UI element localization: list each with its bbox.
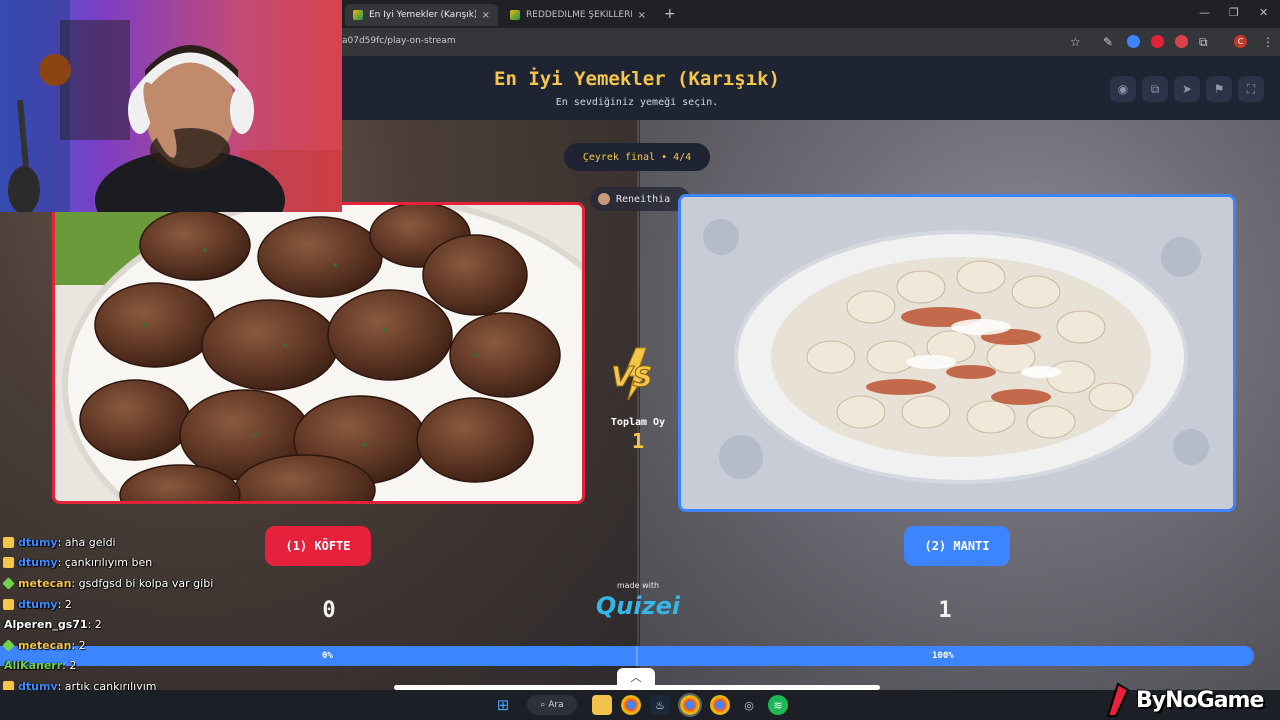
chat-username[interactable]: Alperen_gs71 xyxy=(4,618,88,631)
avatar xyxy=(598,193,610,205)
tab-title: REDDEDİLME ŞEKİLLERİ (KÖR SI xyxy=(526,10,632,20)
new-tab-button[interactable]: + xyxy=(664,6,676,22)
eyedropper-icon[interactable]: ✎ xyxy=(1103,35,1113,49)
chat-badge-icon xyxy=(2,639,15,652)
tab-favicon-icon xyxy=(353,10,363,20)
manti-percent: 100% xyxy=(932,651,954,661)
search-label: Ara xyxy=(548,700,564,710)
bynogame-logo-icon xyxy=(1106,682,1130,717)
puzzle-icon[interactable]: ⧉ xyxy=(1199,35,1208,50)
bynogame-watermark: ByNoGame xyxy=(1104,680,1280,720)
chrome-icon[interactable] xyxy=(621,695,641,715)
profile-avatar[interactable]: C xyxy=(1234,35,1247,48)
taskbar-search[interactable]: ⌕ Ara xyxy=(527,695,577,715)
chat-message: dtumy : 2 xyxy=(0,594,340,615)
user-name: Reneithia xyxy=(616,193,671,205)
chat-message: dtumy : çankırılıyım ben xyxy=(0,553,340,574)
manti-score: 1 xyxy=(938,598,952,623)
choice-card-manti[interactable] xyxy=(678,194,1236,512)
total-votes-value: 1 xyxy=(631,429,645,453)
chrome-active-icon[interactable] xyxy=(678,693,702,717)
chat-badge-icon xyxy=(2,577,15,590)
menu-dots-icon[interactable]: ⋮ xyxy=(1262,35,1274,49)
bookmark-star-icon[interactable]: ☆ xyxy=(1070,35,1081,49)
chat-message: Alperen_gs71 : 2 xyxy=(0,614,340,635)
chat-text: : 2 xyxy=(87,618,102,632)
windows-taskbar: ⊞ ⌕ Ara ♨ ◎ ≋ xyxy=(0,690,1280,720)
vote-manti-button[interactable]: (2) MANTI xyxy=(904,526,1010,566)
vs-icon: VS xyxy=(611,347,653,401)
chat-badge-icon xyxy=(3,598,14,610)
chat-text: : aha geldi xyxy=(57,535,116,549)
chat-username[interactable]: metecan xyxy=(18,577,71,590)
chat-text: : 2 xyxy=(71,638,86,652)
watermark-text: ByNoGame xyxy=(1136,687,1264,713)
round-badge: Çeyrek final • 4/4 xyxy=(564,143,710,171)
chat-message: metecan : 2 xyxy=(0,635,340,656)
restore-button[interactable]: ❐ xyxy=(1229,6,1239,19)
chat-message: metecan : gsdfgsd bi kolpa var gibi xyxy=(0,573,340,594)
chat-badge-icon xyxy=(3,536,14,548)
tab-reddedilme[interactable]: REDDEDİLME ŞEKİLLERİ (KÖR SI × xyxy=(502,4,654,26)
manti-image xyxy=(681,197,1233,509)
extension-icon[interactable] xyxy=(1127,35,1140,48)
webcam-overlay xyxy=(0,0,342,212)
minimize-button[interactable]: — xyxy=(1199,6,1210,19)
chat-message: AliKanerr : 2 xyxy=(0,656,340,677)
spotify-icon[interactable]: ≋ xyxy=(768,695,788,715)
chat-text: : çankırılıyım ben xyxy=(57,556,153,570)
chat-username[interactable]: dtumy xyxy=(18,598,58,611)
chat-text: : 2 xyxy=(57,597,72,611)
chat-text: : 2 xyxy=(62,659,77,673)
made-with-label: made with xyxy=(616,581,660,590)
tab-quiz[interactable]: En İyi Yemekler (Karışık) - Quize × xyxy=(345,4,498,26)
tab-close-icon[interactable]: × xyxy=(638,10,646,21)
url-field[interactable]: a07d59fc/play-on-stream xyxy=(342,36,456,46)
windows-start-icon[interactable]: ⊞ xyxy=(493,695,513,715)
chat-text: : gsdfgsd bi kolpa var gibi xyxy=(71,576,214,590)
tab-close-icon[interactable]: × xyxy=(482,10,490,21)
vs-text: VS xyxy=(611,360,653,393)
window-close-button[interactable]: ✕ xyxy=(1259,6,1268,19)
tab-favicon-icon xyxy=(510,10,520,20)
search-icon: ⌕ xyxy=(540,700,549,710)
total-votes-label: Toplam Oy xyxy=(610,417,666,428)
file-explorer-icon[interactable] xyxy=(592,695,612,715)
progress-divider xyxy=(636,646,638,666)
streamer-image xyxy=(0,0,342,212)
choice-card-kofte[interactable] xyxy=(52,202,585,504)
chat-username[interactable]: dtumy xyxy=(18,556,58,569)
chat-message: dtumy : aha geldi xyxy=(0,532,340,553)
extension-icon[interactable] xyxy=(1175,35,1188,48)
extension-icon[interactable] xyxy=(1151,35,1164,48)
chat-username[interactable]: AliKanerr xyxy=(4,659,62,672)
obs-icon[interactable]: ◎ xyxy=(739,695,759,715)
steam-icon[interactable]: ♨ xyxy=(650,695,670,715)
chat-badge-icon xyxy=(3,557,14,569)
chat-username[interactable]: metecan xyxy=(18,639,71,652)
chrome-profile-icon[interactable] xyxy=(710,695,730,715)
quizei-logo[interactable]: Quizei xyxy=(584,592,692,620)
tab-title: En İyi Yemekler (Karışık) - Quize xyxy=(369,10,476,20)
kofte-image xyxy=(55,205,582,501)
user-badge: Reneithia xyxy=(590,187,690,211)
chat-username[interactable]: dtumy xyxy=(18,536,58,549)
